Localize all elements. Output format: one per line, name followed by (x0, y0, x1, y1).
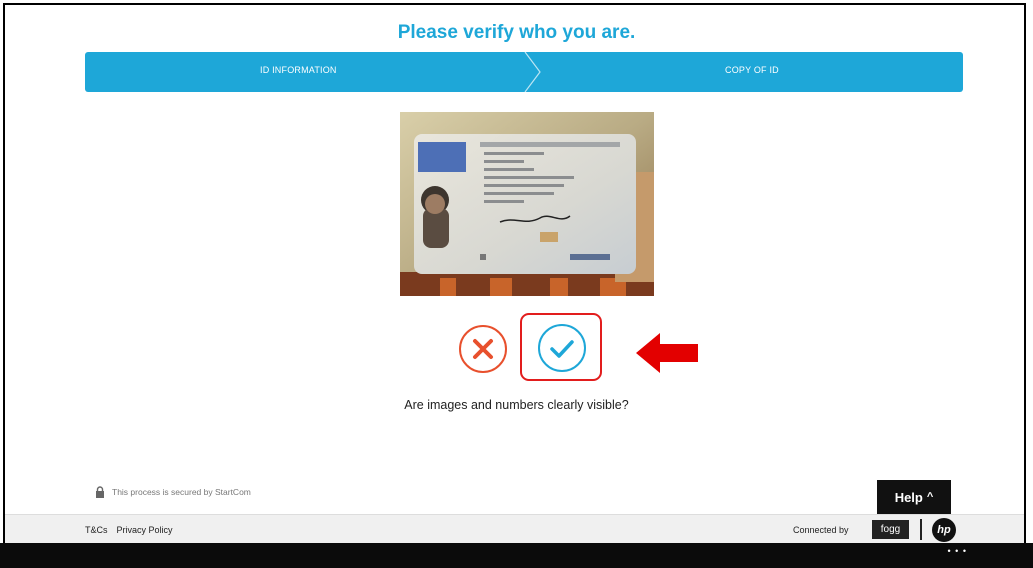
system-bottom-bar: • • • (0, 543, 1033, 568)
security-text: This process is secured by StartCom (112, 487, 251, 497)
lock-icon (96, 486, 104, 498)
help-button[interactable]: Help ^ (877, 480, 951, 514)
terms-link[interactable]: T&Cs (85, 525, 108, 535)
footer: T&Cs Privacy Policy Connected by fogg hp (5, 514, 1024, 543)
close-icon (459, 325, 507, 373)
step-id-information[interactable]: ID INFORMATION (260, 65, 337, 75)
reject-button[interactable] (458, 324, 508, 374)
hp-logo: hp (932, 518, 956, 542)
step-progress-shape (85, 52, 963, 92)
id-card-photo (400, 112, 654, 296)
step-progress-bar: ID INFORMATION COPY OF ID (85, 52, 963, 92)
chevron-up-icon: ^ (926, 491, 934, 503)
fogg-logo: fogg (872, 520, 909, 539)
step-copy-of-id[interactable]: COPY OF ID (725, 65, 779, 75)
connected-by-label: Connected by (793, 525, 849, 535)
check-icon (538, 324, 586, 372)
red-arrow-icon (636, 333, 698, 373)
verification-question: Are images and numbers clearly visible? (404, 398, 629, 412)
security-note: This process is secured by StartCom (95, 486, 251, 498)
help-label: Help (894, 489, 923, 505)
page-title: Please verify who you are. (397, 22, 636, 43)
footer-divider (920, 519, 922, 540)
overflow-icon[interactable]: • • • (948, 546, 967, 556)
confirm-button[interactable] (536, 322, 588, 374)
privacy-policy-link[interactable]: Privacy Policy (117, 525, 173, 535)
